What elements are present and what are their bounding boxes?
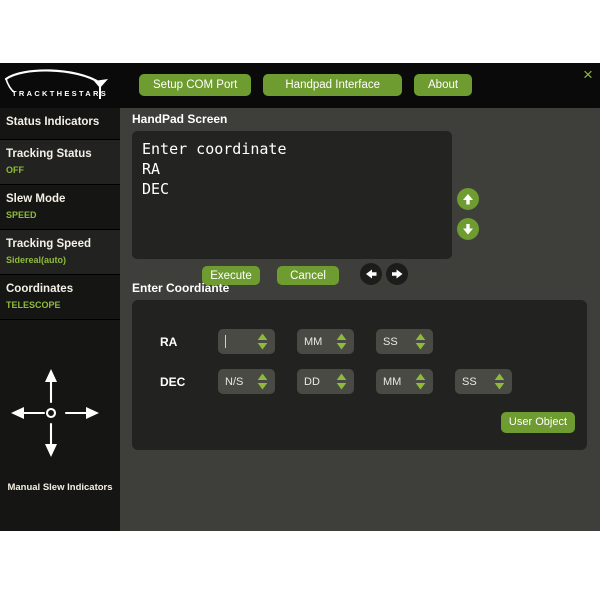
ra-ss-stepper-icon[interactable] — [415, 333, 426, 350]
manual-slew-compass-icon — [0, 358, 120, 468]
scroll-down-button[interactable] — [457, 218, 479, 240]
ra-mm-value: MM — [304, 335, 323, 348]
nav-setup-com-port-button[interactable]: Setup COM Port — [139, 74, 252, 96]
coordinates-value: TELESCOPE — [6, 300, 61, 310]
handpad-screen-display: Enter coordinate RA DEC — [132, 131, 452, 259]
next-button[interactable] — [386, 263, 408, 285]
sidebar-item-coordinates: Coordinates TELESCOPE — [0, 275, 120, 320]
dec-mm-field[interactable]: MM — [376, 369, 433, 394]
ra-ss-value: SS — [383, 335, 398, 348]
handpad-line-1: Enter coordinate — [142, 140, 287, 158]
dec-input-row: DEC N/S DD MM SS — [160, 369, 534, 394]
sidebar-item-slew-mode: Slew Mode SPEED — [0, 185, 120, 230]
ra-mm-stepper-icon[interactable] — [336, 333, 347, 350]
app-header: TRACKTHESTARS Setup COM Port Handpad Int… — [0, 63, 600, 108]
sidebar-item-tracking-status: Tracking Status OFF — [0, 140, 120, 185]
dec-ss-stepper-icon[interactable] — [494, 373, 505, 390]
handpad-screen-section-label: HandPad Screen — [132, 112, 228, 126]
tracking-speed-label: Tracking Speed — [6, 238, 92, 250]
dec-ss-value: SS — [462, 375, 477, 388]
dec-dd-field[interactable]: DD — [297, 369, 354, 394]
manual-slew-indicators-label: Manual Slew Indicators — [7, 482, 113, 493]
app-body: Status Indicators Tracking Status OFF Sl… — [0, 108, 600, 531]
dec-row-label: DEC — [160, 374, 186, 389]
trackthestars-logo: TRACKTHESTARS — [4, 65, 122, 105]
previous-button[interactable] — [360, 263, 382, 285]
main-navigation: Setup COM Port Handpad Interface About — [139, 74, 473, 96]
ra-hh-stepper-icon[interactable] — [257, 333, 268, 350]
ra-mm-field[interactable]: MM — [297, 329, 354, 354]
dec-mm-stepper-icon[interactable] — [415, 373, 426, 390]
dec-ns-value: N/S — [225, 375, 244, 388]
coordinates-label: Coordinates — [6, 283, 74, 295]
scroll-up-button[interactable] — [457, 188, 479, 210]
sidebar-heading-label: Status Indicators — [6, 116, 100, 128]
nav-about-button[interactable]: About — [414, 74, 473, 96]
tracking-status-value: OFF — [6, 165, 24, 175]
ra-hh-value — [225, 335, 227, 348]
ra-row-label: RA — [160, 334, 178, 349]
dec-mm-value: MM — [383, 375, 402, 388]
user-object-button[interactable]: User Object — [500, 412, 575, 433]
sidebar-item-tracking-speed: Tracking Speed Sidereal(auto) — [0, 230, 120, 275]
application-window: TRACKTHESTARS Setup COM Port Handpad Int… — [0, 63, 600, 531]
close-icon[interactable]: × — [580, 66, 596, 83]
dec-dd-value: DD — [304, 375, 320, 388]
dec-ns-field[interactable]: N/S — [218, 369, 275, 394]
ra-input-row: RA MM SS — [160, 329, 455, 354]
ra-hh-field[interactable] — [218, 329, 275, 354]
ra-ss-field[interactable]: SS — [376, 329, 433, 354]
enter-coordinate-section-label: Enter Coordiante — [132, 281, 230, 295]
slew-mode-label: Slew Mode — [6, 193, 66, 205]
tracking-speed-value: Sidereal(auto) — [6, 255, 67, 265]
cancel-button[interactable]: Cancel — [277, 266, 339, 285]
dec-dd-stepper-icon[interactable] — [336, 373, 347, 390]
sidebar-heading-status-indicators: Status Indicators — [0, 108, 120, 140]
svg-text:TRACKTHESTARS: TRACKTHESTARS — [12, 89, 108, 98]
main-content: HandPad Screen Enter coordinate RA DEC E… — [120, 108, 600, 531]
dec-ss-field[interactable]: SS — [455, 369, 512, 394]
tracking-status-label: Tracking Status — [6, 148, 92, 160]
dec-ns-stepper-icon[interactable] — [257, 373, 268, 390]
enter-coordinate-panel: RA MM SS DEC N/S DD MM SS User Object — [132, 300, 587, 450]
sidebar: Status Indicators Tracking Status OFF Sl… — [0, 108, 120, 531]
handpad-line-3: DEC — [142, 180, 170, 198]
nav-handpad-interface-button[interactable]: Handpad Interface — [263, 74, 402, 96]
handpad-line-2: RA — [142, 160, 161, 178]
slew-mode-value: SPEED — [6, 210, 37, 220]
